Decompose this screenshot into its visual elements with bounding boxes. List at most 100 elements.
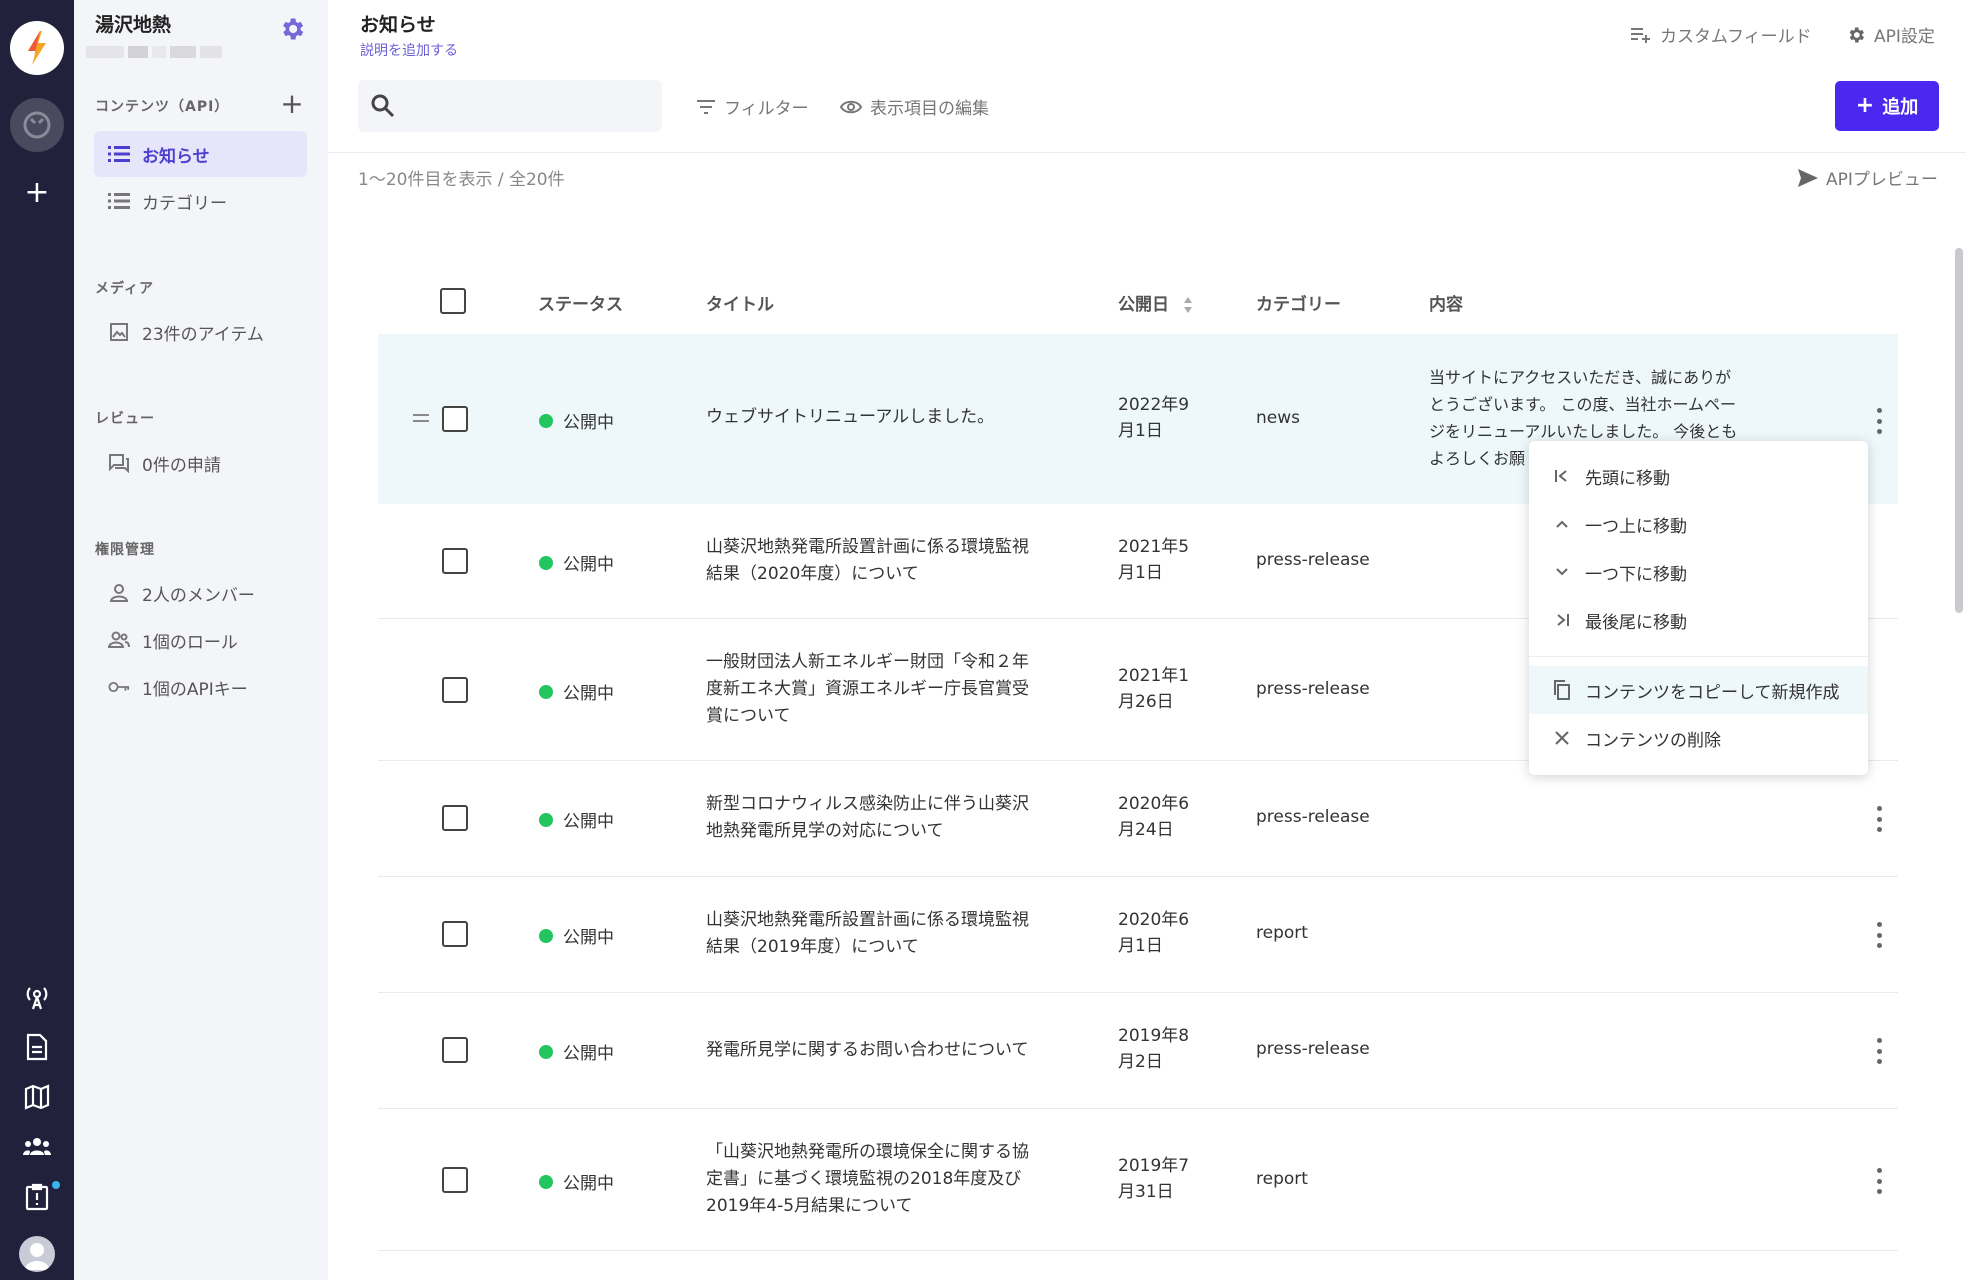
content-line: 当サイトにアクセスいただき、誠にありが [1429,368,1732,387]
status-dot [539,413,553,428]
table-row[interactable]: 公開中 新型コロナウィルス感染防止に伴う山葵沢 地熱発電所見学の対応について 20… [378,761,1898,877]
title-line: 山葵沢地熱発電所設置計画に係る環境監視 [706,910,1029,930]
table-row[interactable]: 公開中 発電所見学に関するお問い合わせについて 2019年8 月2日 press-… [378,993,1898,1109]
row-checkbox[interactable] [442,805,468,831]
custom-fields-link[interactable]: カスタムフィールド [1630,22,1812,47]
menu-item-label: コンテンツの削除 [1585,730,1721,751]
row-checkbox[interactable] [442,677,468,703]
row-checkbox[interactable] [442,548,468,574]
app-logo[interactable] [10,21,64,75]
title-line: 「山葵沢地熱発電所の環境保全に関する協 [706,1142,1029,1162]
row-checkbox[interactable] [442,1167,468,1193]
row-checkbox[interactable] [442,406,468,432]
edit-columns-button[interactable]: 表示項目の編集 [840,94,989,119]
row-context-menu: 先頭に移動 一つ上に移動 一つ下に移動 最後尾に移動 コンテンツをコピーして新規… [1529,441,1868,775]
edit-columns-label: 表示項目の編集 [870,99,989,119]
search-input[interactable] [406,80,656,132]
notice-icon[interactable] [20,1180,54,1214]
api-settings-label: API設定 [1874,27,1935,47]
row-title[interactable]: ウェブサイトリニューアルしました。 [706,404,1056,431]
scrollbar[interactable] [1955,248,1963,613]
column-date-label: 公開日 [1118,295,1169,315]
eye-icon [840,100,862,113]
team-icon[interactable] [20,1130,54,1164]
add-service-button[interactable]: + [22,178,52,208]
filter-button[interactable]: フィルター [696,94,809,119]
row-title[interactable]: 「山葵沢地熱発電所の環境保全に関する協 定書」に基づく環境監視の2018年度及び 2… [706,1139,1056,1220]
status-badge: 公開中 [539,923,614,948]
drag-handle-icon[interactable] [413,414,429,424]
search-box[interactable] [358,80,662,132]
status-label: 公開中 [563,1044,614,1064]
user-avatar[interactable] [19,1236,55,1272]
row-title[interactable]: 新型コロナウィルス感染防止に伴う山葵沢 地熱発電所見学の対応について [706,791,1056,845]
row-title[interactable]: 山葵沢地熱発電所設置計画に係る環境監視 結果（2020年度）について [706,534,1056,588]
sidebar-item-news[interactable]: お知らせ [94,131,307,177]
menu-item-label: 最後尾に移動 [1585,612,1687,633]
column-category: カテゴリー [1256,295,1341,315]
row-date: 2021年1 月26日 [1118,663,1208,715]
date-line: 月26日 [1118,692,1174,712]
date-line: 2021年1 [1118,666,1190,686]
row-title[interactable]: 発電所見学に関するお問い合わせについて [706,1037,1056,1064]
row-menu-button[interactable] [1875,922,1883,948]
service-avatar[interactable] [10,98,64,152]
document-icon[interactable] [20,1030,54,1064]
date-line: 月1日 [1118,936,1163,956]
row-menu-button[interactable] [1875,408,1883,434]
api-preview-label: APIプレビュー [1826,170,1938,190]
blurred-domain [86,40,226,64]
status-label: 公開中 [563,413,614,433]
search-icon [371,94,395,118]
service-icon [23,111,51,139]
broadcast-icon[interactable] [20,980,54,1014]
sidebar-item-label: 23件のアイテム [142,324,264,345]
row-title[interactable]: 一般財団法人新エネルギー財団「令和２年 度新エネ大賞」資源エネルギー庁長官賞受 賞に… [706,649,1056,730]
row-menu-button[interactable] [1875,1168,1883,1194]
row-menu-button[interactable] [1875,806,1883,832]
sidebar-item-roles[interactable]: 1個のロール [94,617,307,663]
sidebar-item-api-keys[interactable]: 1個のAPIキー [94,664,307,710]
table-row[interactable]: 公開中 山葵沢地熱発電所設置計画に係る環境監視 結果（2019年度）について 20… [378,877,1898,993]
row-category: press-release [1256,807,1370,827]
column-date[interactable]: 公開日 [1118,290,1193,315]
table-row[interactable]: 公開中 「山葵沢地熱発電所の環境保全に関する協 定書」に基づく環境監視の2018年… [378,1109,1898,1251]
sidebar-item-review[interactable]: 0件の申請 [94,440,307,486]
custom-fields-label: カスタムフィールド [1660,27,1812,47]
chevron-up-icon [1551,513,1573,535]
api-preview-link[interactable]: APIプレビュー [1798,165,1938,190]
menu-item-move-down[interactable]: 一つ下に移動 [1529,548,1868,596]
date-line: 2020年6 [1118,794,1190,814]
sidebar-item-category[interactable]: カテゴリー [94,178,307,224]
filter-icon [697,99,715,114]
select-all-checkbox[interactable] [440,288,466,314]
settings-gear-icon[interactable] [278,15,306,43]
add-description-link[interactable]: 説明を追加する [360,40,458,60]
row-checkbox[interactable] [442,1037,468,1063]
menu-item-move-last[interactable]: 最後尾に移動 [1529,596,1868,644]
sidebar-item-media[interactable]: 23件のアイテム [94,309,307,355]
title-line: 2019年4-5月結果について [706,1196,913,1216]
status-badge: 公開中 [539,807,614,832]
row-checkbox[interactable] [442,921,468,947]
menu-item-label: 先頭に移動 [1585,468,1670,489]
add-label: 追加 [1882,97,1919,118]
copy-icon [1551,679,1573,701]
lightning-icon [20,31,54,65]
close-icon [1551,727,1573,749]
map-icon[interactable] [20,1080,54,1114]
api-settings-link[interactable]: API設定 [1846,22,1935,47]
sidebar-item-label: 0件の申請 [142,455,221,476]
row-title[interactable]: 山葵沢地熱発電所設置計画に係る環境監視 結果（2019年度）について [706,907,1056,961]
sidebar-item-members[interactable]: 2人のメンバー [94,570,307,616]
menu-item-move-up[interactable]: 一つ上に移動 [1529,500,1868,548]
row-menu-button[interactable] [1875,1038,1883,1064]
last-page-icon [1551,609,1573,631]
menu-item-delete[interactable]: コンテンツの削除 [1529,714,1868,762]
menu-item-copy-new[interactable]: コンテンツをコピーして新規作成 [1529,666,1868,714]
add-api-button[interactable]: + [280,90,304,118]
menu-item-move-first[interactable]: 先頭に移動 [1529,452,1868,500]
date-line: 月2日 [1118,1052,1163,1072]
add-button[interactable]: + 追加 [1835,81,1939,131]
date-line: 2019年7 [1118,1156,1190,1176]
